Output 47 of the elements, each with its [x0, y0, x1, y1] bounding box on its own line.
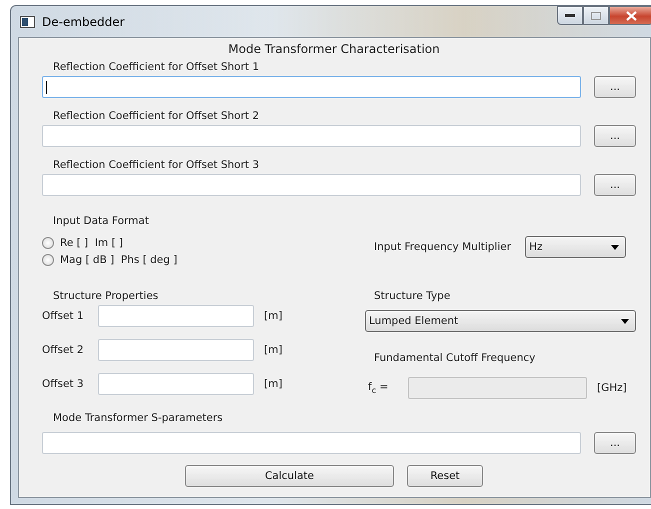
file-path-field[interactable]	[42, 432, 581, 454]
minimize-button[interactable]	[557, 6, 583, 25]
close-button[interactable]	[609, 6, 651, 25]
browse-button[interactable]: ...	[594, 432, 636, 454]
field-label: Offset 1	[42, 310, 85, 322]
radio-label: Re [ ] Im [ ]	[60, 237, 124, 249]
section-label: Structure Properties	[52, 290, 160, 302]
field-label: Reflection Coefficient for Offset Short 1	[52, 61, 260, 73]
dropdown-arrow-icon	[621, 318, 629, 324]
field-label: Offset 3	[42, 378, 85, 390]
field-label: Mode Transformer S-parameters	[52, 412, 224, 424]
field-label: Reflection Coefficient for Offset Short 2	[52, 110, 260, 122]
symbol-label: f$_{c}$ =	[368, 380, 390, 396]
minimize-icon	[565, 14, 575, 18]
dialog-heading: Mode Transformer Characterisation	[227, 42, 441, 56]
maximize-button[interactable]	[583, 6, 609, 25]
reset-button[interactable]: Reset	[407, 465, 483, 487]
section-label: Fundamental Cutoff Frequency	[373, 352, 536, 364]
file-path-field[interactable]	[42, 76, 581, 98]
dropdown[interactable]: Lumped Element	[365, 310, 636, 332]
radio-label: Mag [ dB ] Phs [ deg ]	[60, 254, 178, 266]
app-icon	[20, 16, 35, 28]
input-field[interactable]	[98, 339, 254, 361]
field-label: Input Frequency Multiplier	[374, 241, 512, 253]
unit-label: [m]	[264, 378, 282, 390]
calculate-button[interactable]: Calculate	[185, 465, 394, 487]
file-path-field[interactable]	[42, 125, 581, 147]
section-label: Input Data Format	[52, 215, 150, 227]
input-field[interactable]	[98, 305, 254, 327]
unit-label: [m]	[264, 310, 282, 322]
browse-button[interactable]: ...	[594, 76, 636, 98]
dropdown[interactable]: Hz	[525, 236, 626, 258]
close-icon	[626, 10, 636, 20]
section-label: Structure Type	[373, 290, 452, 302]
unit-label: [GHz]	[597, 382, 627, 394]
radio-button[interactable]	[42, 237, 54, 249]
radio-button[interactable]	[42, 254, 54, 266]
browse-button[interactable]: ...	[594, 174, 636, 196]
unit-label: [m]	[264, 344, 282, 356]
input-field[interactable]	[98, 373, 254, 395]
field-label: Reflection Coefficient for Offset Short 3	[52, 159, 260, 171]
browse-button[interactable]: ...	[594, 125, 636, 147]
field-label: Offset 2	[42, 344, 85, 356]
window-title: De-embedder	[42, 14, 126, 28]
dropdown-arrow-icon	[611, 244, 620, 250]
maximize-icon	[591, 12, 601, 20]
file-path-field[interactable]	[42, 174, 581, 196]
